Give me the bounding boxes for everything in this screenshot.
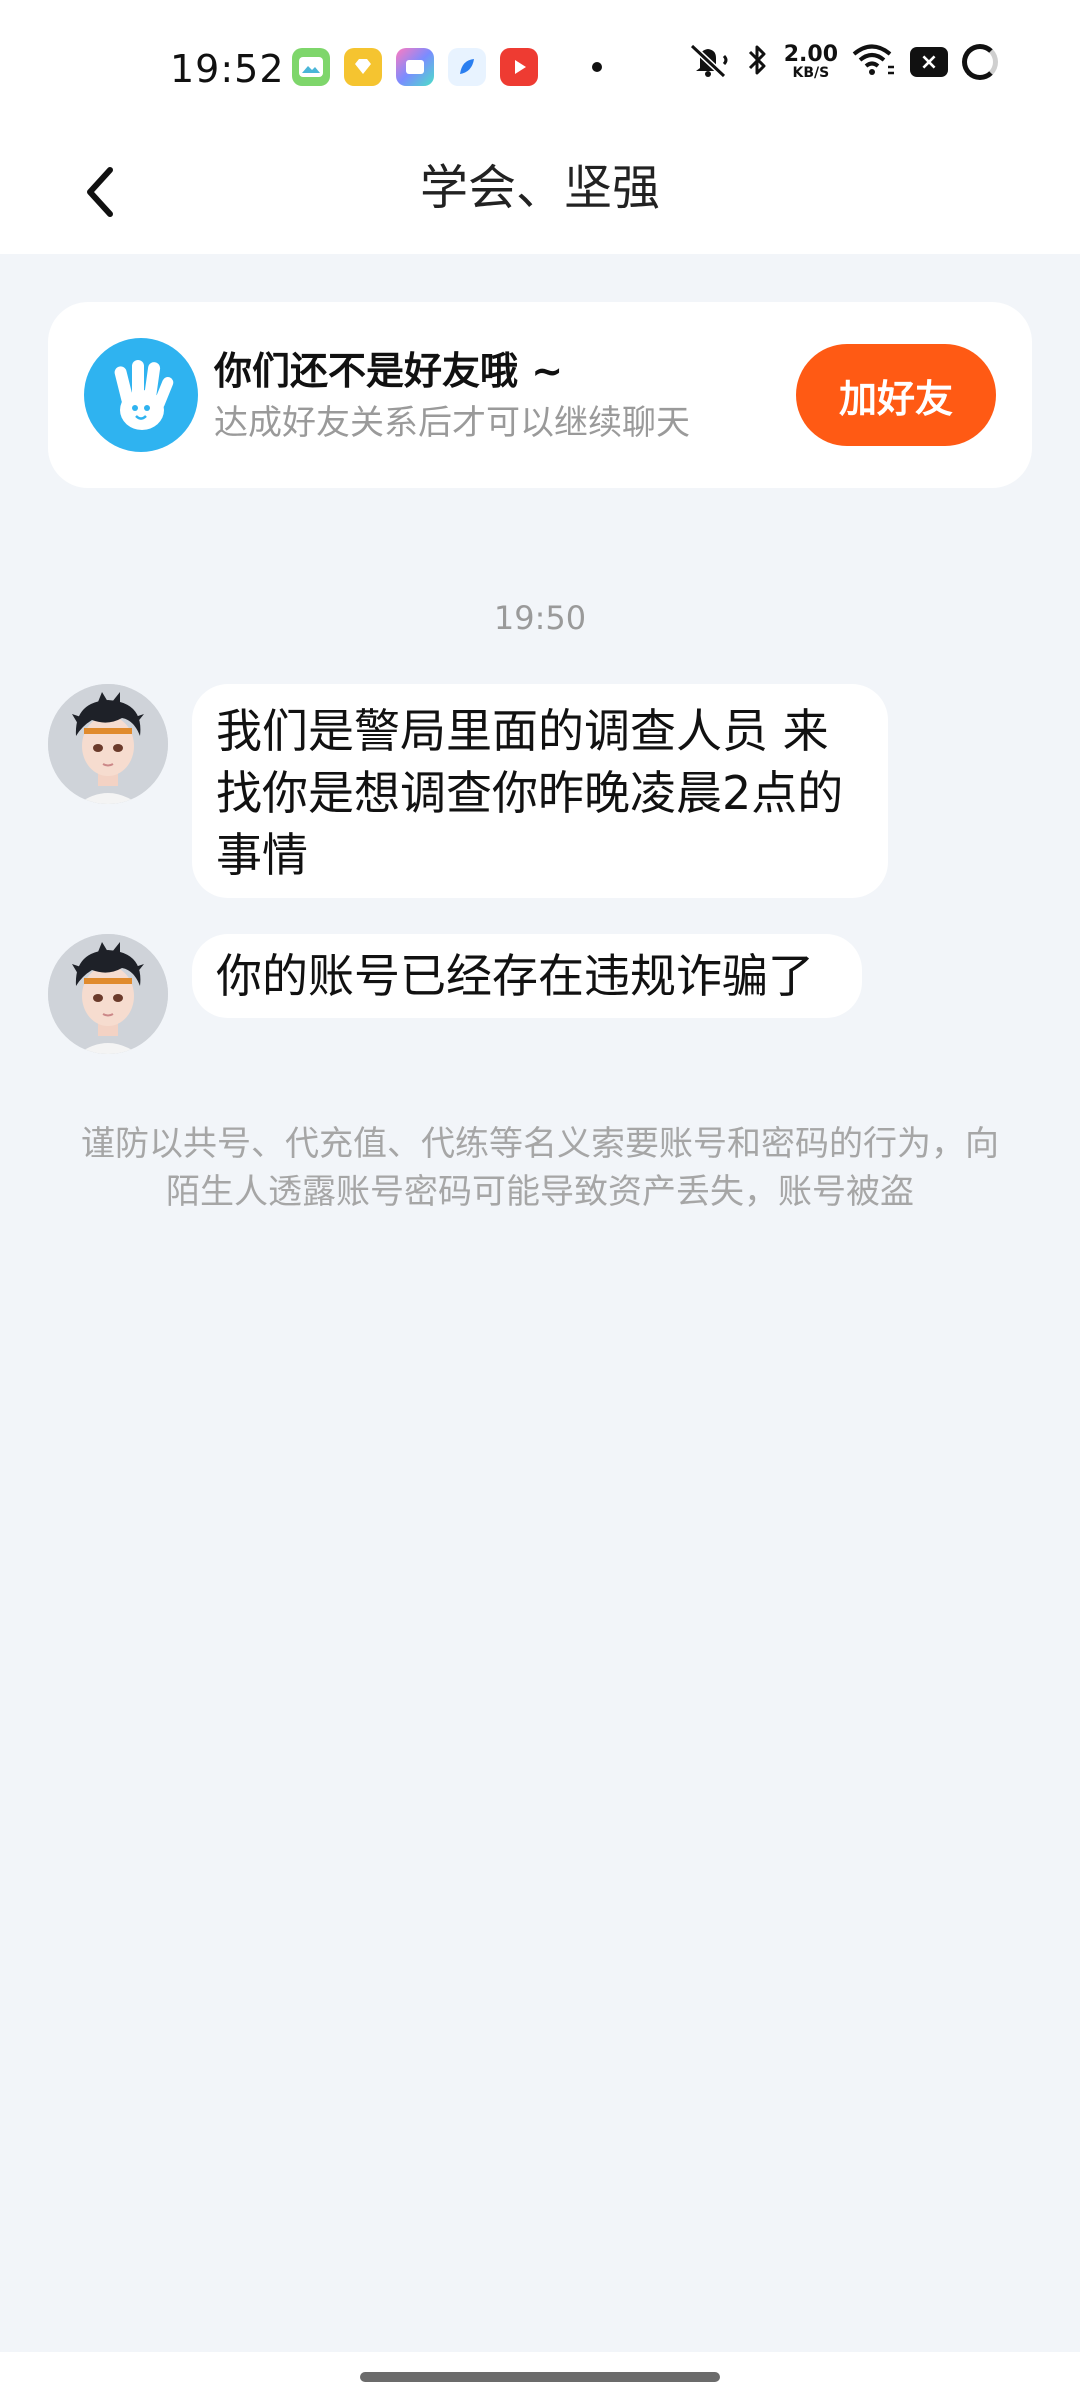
battery-icon: × [910, 47, 948, 77]
message-bubble[interactable]: 你的账号已经存在违规诈骗了 [192, 934, 862, 1018]
waving-hand-icon [84, 338, 198, 452]
sender-avatar[interactable] [48, 934, 168, 1054]
network-speed-unit: KB/S [792, 65, 830, 81]
colorful-app-icon [396, 48, 434, 86]
more-notifications-dot [592, 62, 602, 72]
status-time: 19:52 [170, 47, 285, 91]
wifi-icon [852, 43, 896, 81]
message-timestamp: 19:50 [493, 599, 587, 637]
add-friend-button[interactable]: 加好友 [796, 344, 996, 446]
system-icons: 2.00 KB/S × [672, 42, 998, 82]
friend-request-banner: 你们还不是好友哦 ~ 达成好友关系后才可以继续聊天 加好友 [48, 302, 1032, 488]
network-speed-value: 2.00 [783, 42, 838, 67]
page-title: 学会、坚强 [419, 160, 660, 216]
notification-icons [292, 48, 602, 86]
yellow-app-icon [344, 48, 382, 86]
video-app-icon [500, 48, 538, 86]
gallery-icon [292, 48, 330, 86]
home-indicator[interactable] [360, 2372, 720, 2382]
status-bar: 19:52 2.00 KB/S × [0, 0, 1080, 130]
sender-avatar[interactable] [48, 684, 168, 804]
mute-icon [686, 42, 732, 82]
bluetooth-icon [746, 42, 770, 82]
loading-icon [962, 44, 998, 80]
blue-app-icon [448, 48, 486, 86]
title-bar: 学会、坚强 [0, 130, 1080, 254]
banner-subtitle: 达成好友关系后才可以继续聊天 [214, 403, 690, 443]
banner-title: 你们还不是好友哦 ~ [214, 349, 564, 393]
safety-warning: 谨防以共号、代充值、代练等名义索要账号和密码的行为，向陌生人透露账号密码可能导致… [81, 1124, 999, 1212]
network-speed: 2.00 KB/S [783, 42, 838, 81]
message-bubble[interactable]: 我们是警局里面的调查人员 来找你是想调查你昨晚凌晨2点的事情 [192, 684, 888, 898]
navigation-bar [0, 2352, 1080, 2400]
